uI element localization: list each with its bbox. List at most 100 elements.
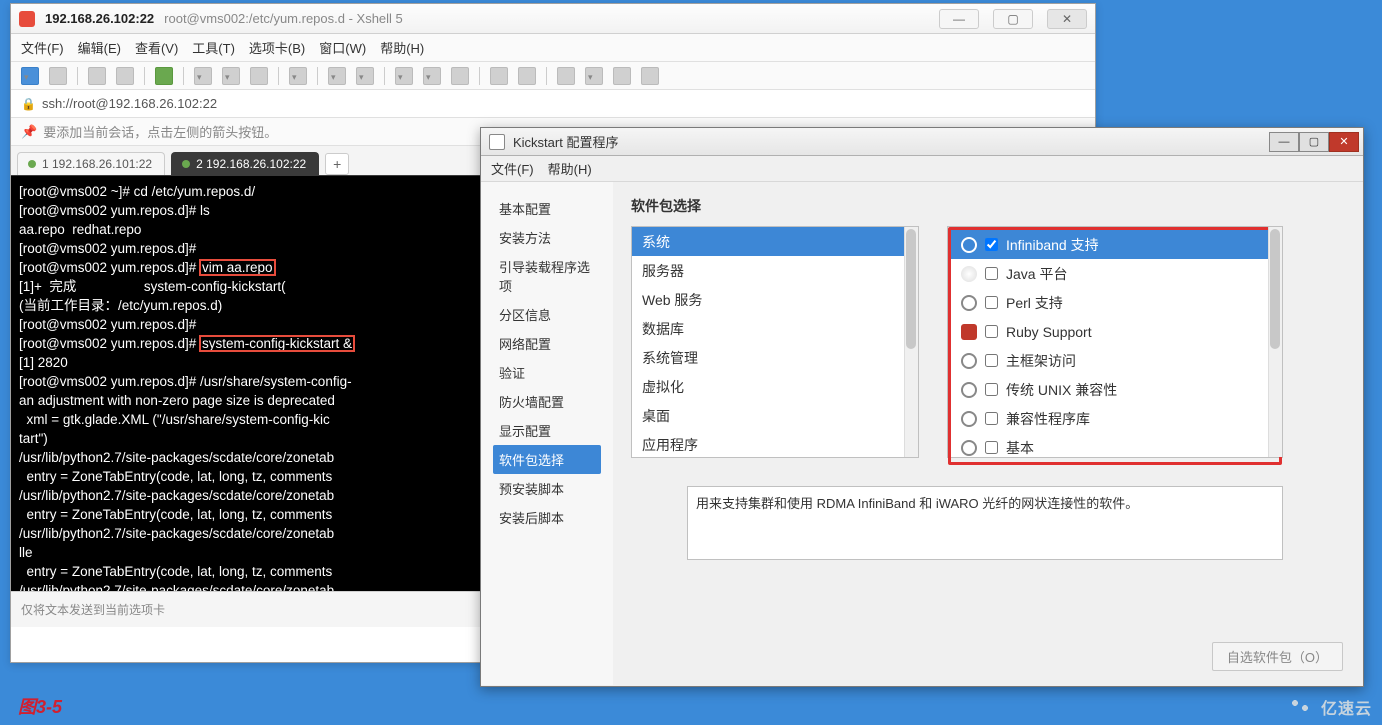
find-icon[interactable] [250, 67, 268, 85]
package-item[interactable]: Infiniband 支持 [951, 230, 1279, 259]
minimize-button[interactable] [1269, 132, 1299, 152]
xshell-title-ip: 192.168.26.102:22 [45, 11, 154, 26]
scrollbar[interactable] [1268, 227, 1282, 457]
sidebar-item[interactable]: 引导装载程序选项 [493, 252, 601, 300]
refresh-icon[interactable] [451, 67, 469, 85]
address-text[interactable]: ssh://root@192.168.26.102:22 [42, 96, 217, 111]
maximize-button[interactable]: ▢ [993, 9, 1033, 29]
category-item[interactable]: 系统管理 [632, 343, 918, 372]
category-list: 系统服务器 Web 服务数据库系统管理虚拟化桌面应用程序 [631, 226, 919, 458]
pin-icon[interactable]: 📌 [21, 124, 37, 140]
session-tab-1[interactable]: 1 192.168.26.101:22 [17, 152, 165, 175]
package-label: Infiniband 支持 [1006, 235, 1099, 255]
toolbar-icon-a[interactable] [328, 67, 346, 85]
disconnect-icon[interactable] [116, 67, 134, 85]
menu-view[interactable]: 查看(V) [135, 38, 178, 57]
kickstart-main: 软件包选择 系统服务器Web 服务数据库系统管理虚拟化桌面应用程序 Infini… [613, 182, 1363, 685]
new-session-icon[interactable] [21, 67, 39, 85]
category-item[interactable]: 系统 [632, 227, 918, 256]
category-item[interactable]: 虚拟化 [632, 372, 918, 401]
lock-icon: 🔒 [21, 97, 36, 111]
color-icon[interactable] [423, 67, 441, 85]
category-item[interactable]: Web 服务 [632, 285, 918, 314]
menu-tab[interactable]: 选项卡(B) [249, 38, 305, 57]
package-checkbox[interactable] [985, 296, 998, 309]
category-label: 应用程序 [642, 435, 698, 455]
help-icon[interactable] [613, 67, 631, 85]
category-item[interactable]: 数据库 [632, 314, 918, 343]
figure-label: 图3-5 [18, 693, 62, 719]
menu-help[interactable]: 帮助(H) [380, 38, 424, 57]
paste-icon[interactable] [222, 67, 240, 85]
scrollbar[interactable] [904, 227, 918, 457]
globe-icon[interactable] [356, 67, 374, 85]
watermark-text: 亿速云 [1321, 701, 1372, 718]
properties-icon[interactable] [155, 67, 173, 85]
menu-window[interactable]: 窗口(W) [319, 38, 366, 57]
package-checkbox[interactable] [985, 383, 998, 396]
xshell-app-icon [19, 11, 35, 27]
font-icon[interactable] [395, 67, 413, 85]
script-icon[interactable] [585, 67, 603, 85]
package-item[interactable]: 基本 [951, 433, 1279, 462]
open-icon[interactable] [49, 67, 67, 85]
sidebar-item[interactable]: 防火墙配置 [493, 387, 601, 416]
footer-text: 仅将文本发送到当前选项卡 [21, 601, 165, 618]
menu-edit[interactable]: 编辑(E) [78, 38, 121, 57]
package-checkbox[interactable] [985, 441, 998, 454]
category-item[interactable]: 桌面 [632, 401, 918, 430]
copy-icon[interactable] [194, 67, 212, 85]
sidebar-item[interactable]: 验证 [493, 358, 601, 387]
sidebar-item[interactable]: 分区信息 [493, 300, 601, 329]
sidebar-item[interactable]: 基本配置 [493, 194, 601, 223]
category-label: 服务器 [642, 261, 684, 281]
sidebar-item[interactable]: 软件包选择 [493, 445, 601, 474]
sidebar-item[interactable]: 安装方法 [493, 223, 601, 252]
menu-file[interactable]: 文件(F) [491, 159, 534, 178]
package-label: Ruby Support [1006, 324, 1092, 340]
add-tab-button[interactable]: + [325, 153, 349, 175]
kickstart-sidebar: 基本配置安装方法引导装载程序选项分区信息网络配置验证防火墙配置显示配置软件包选择… [481, 182, 613, 685]
kickstart-app-icon [489, 134, 505, 150]
close-button[interactable] [1329, 132, 1359, 152]
package-item[interactable]: Perl 支持 [951, 288, 1279, 317]
category-item[interactable]: 应用程序 [632, 430, 918, 459]
menu-tools[interactable]: 工具(T) [192, 38, 235, 57]
sidebar-item[interactable]: 预安装脚本 [493, 474, 601, 503]
package-checkbox[interactable] [985, 238, 998, 251]
package-label: Java 平台 [1006, 264, 1067, 284]
package-checkbox[interactable] [985, 267, 998, 280]
gear-icon [961, 237, 977, 253]
tab-label: 1 192.168.26.101:22 [42, 157, 152, 171]
menu-file[interactable]: 文件(F) [21, 38, 64, 57]
package-checkbox[interactable] [985, 354, 998, 367]
category-label: 系统管理 [642, 348, 698, 368]
package-checkbox[interactable] [985, 325, 998, 338]
category-item[interactable]: 服务器 [632, 256, 918, 285]
package-item[interactable]: Java 平台 [951, 259, 1279, 288]
package-item[interactable]: 主框架访问 [951, 346, 1279, 375]
chat-icon[interactable] [641, 67, 659, 85]
status-dot-icon [182, 160, 190, 168]
package-item[interactable]: 传统 UNIX 兼容性 [951, 375, 1279, 404]
package-item[interactable]: Ruby Support [951, 317, 1279, 346]
package-checkbox[interactable] [985, 412, 998, 425]
fullscreen-icon[interactable] [490, 67, 508, 85]
close-button[interactable]: ✕ [1047, 9, 1087, 29]
fit-icon[interactable] [518, 67, 536, 85]
sidebar-item[interactable]: 网络配置 [493, 329, 601, 358]
sidebar-item[interactable]: 显示配置 [493, 416, 601, 445]
reconnect-icon[interactable] [88, 67, 106, 85]
print-icon[interactable] [289, 67, 307, 85]
minimize-button[interactable]: — [939, 9, 979, 29]
session-tab-2[interactable]: 2 192.168.26.102:22 [171, 152, 319, 175]
maximize-button[interactable] [1299, 132, 1329, 152]
toolbar-icon-b[interactable] [557, 67, 575, 85]
optional-packages-button[interactable]: 自选软件包（O） [1212, 642, 1343, 671]
sidebar-item[interactable]: 安装后脚本 [493, 503, 601, 532]
package-item[interactable]: 兼容性程序库 [951, 404, 1279, 433]
menu-help[interactable]: 帮助(H) [548, 159, 592, 178]
xshell-addressbar: 🔒 ssh://root@192.168.26.102:22 [11, 90, 1095, 118]
java-icon [961, 266, 977, 282]
category-label: 虚拟化 [642, 377, 684, 397]
